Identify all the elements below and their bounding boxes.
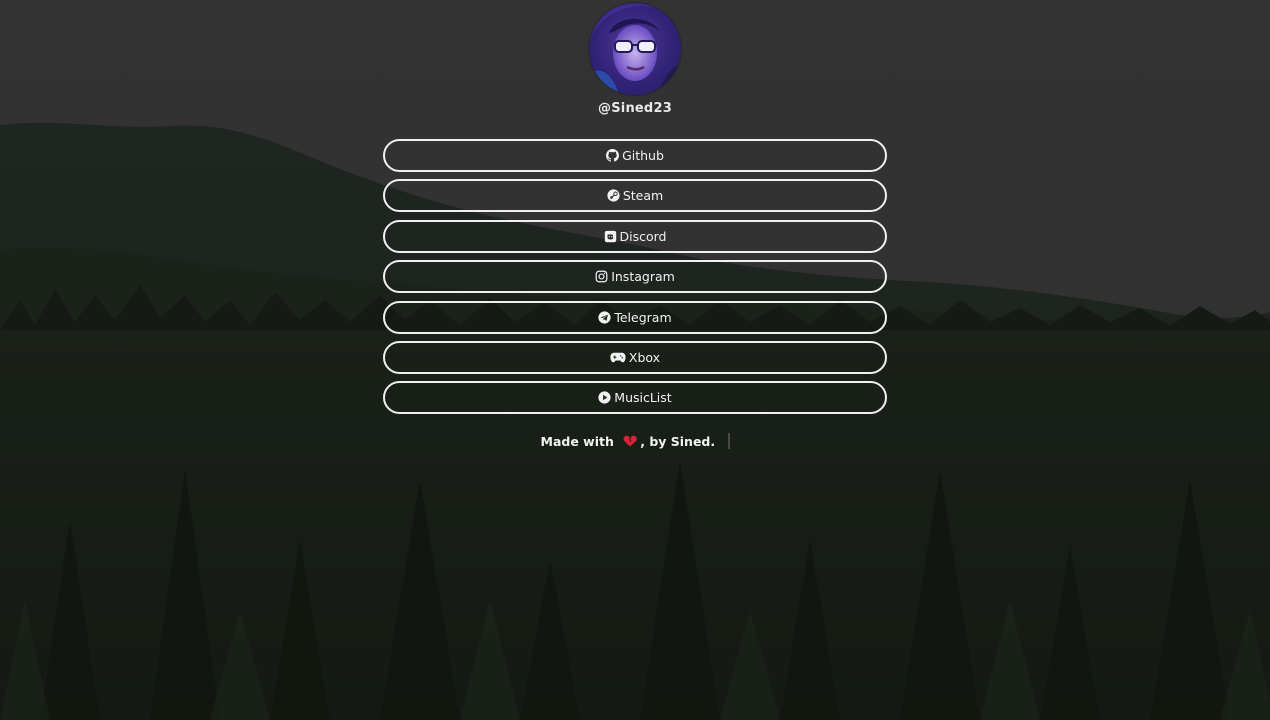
- steam-link-label: Steam: [622, 188, 664, 204]
- text-cursor: [727, 433, 730, 449]
- xbox-link-button[interactable]: Xbox: [383, 340, 887, 374]
- steam-icon: [607, 189, 620, 202]
- footer: Made with , by Sined.: [0, 433, 1270, 449]
- discord-link-label: Discord: [619, 228, 667, 244]
- instagram-link-button[interactable]: Instagram: [383, 260, 887, 294]
- instagram-link-label: Instagram: [611, 269, 675, 285]
- telegram-icon: [598, 310, 611, 324]
- discord-icon: [604, 230, 617, 243]
- github-link-label: Github: [622, 148, 664, 163]
- profile-card: @Sined23 Github Steam Discord Instagram …: [0, 0, 1270, 720]
- discord-link-button[interactable]: Discord: [383, 219, 887, 253]
- github-link-button[interactable]: Github: [383, 139, 887, 172]
- telegram-link-label: Telegram: [614, 309, 672, 325]
- instagram-icon: [595, 270, 608, 283]
- links-list: Github Steam Discord Instagram Telegram …: [383, 139, 887, 422]
- gamepad-icon: [610, 351, 626, 364]
- musiclist-link-button[interactable]: MusicList: [383, 381, 887, 415]
- play-circle-icon: [598, 391, 611, 404]
- footer-prefix: Made with: [540, 434, 614, 449]
- github-icon: [606, 149, 620, 162]
- username: @Sined23: [598, 101, 672, 116]
- xbox-link-label: Xbox: [628, 349, 661, 365]
- musiclist-link-label: MusicList: [614, 390, 672, 406]
- telegram-link-button[interactable]: Telegram: [383, 300, 887, 334]
- steam-link-button[interactable]: Steam: [383, 179, 887, 213]
- broken-heart-icon: [623, 435, 637, 447]
- page: @Sined23 Github Steam Discord Instagram …: [0, 0, 1270, 720]
- footer-suffix: , by Sined.: [640, 434, 716, 449]
- avatar: [589, 3, 681, 95]
- avatar-portrait-icon: [589, 6, 681, 95]
